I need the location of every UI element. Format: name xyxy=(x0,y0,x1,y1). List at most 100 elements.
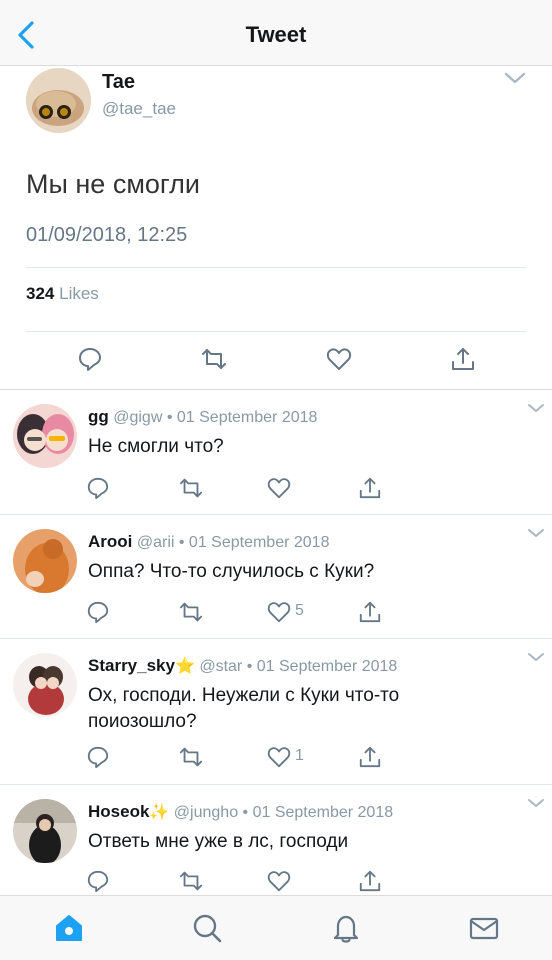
tab-notifications[interactable] xyxy=(330,912,362,944)
name-emoji: ✨ xyxy=(149,804,170,821)
avatar[interactable] xyxy=(13,653,77,717)
reply-actions xyxy=(0,869,552,895)
reply-handle-date: @jungho • 01 September 2018 xyxy=(173,804,394,821)
reply-actions: 5 xyxy=(0,600,552,626)
tweet-timestamp: 01/09/2018, 12:25 xyxy=(26,224,188,246)
reply-author-name[interactable]: Arooi xyxy=(88,532,132,551)
author-name[interactable]: Tae xyxy=(102,71,135,94)
heart-icon xyxy=(267,747,291,768)
reply-meta: Arooi @arii • 01 September 2018 xyxy=(88,532,329,552)
reply-author-name[interactable]: Hoseok xyxy=(88,802,149,821)
reply-text: Ох, господи. Неужели с Куки что-то поиоз… xyxy=(88,685,400,732)
reply-author-name[interactable]: Starry_sky xyxy=(88,656,175,675)
reply-button[interactable] xyxy=(86,476,110,500)
likes-count[interactable]: 324 Likes xyxy=(26,284,99,304)
tweet-menu-button[interactable] xyxy=(503,70,527,86)
reply-tweet[interactable]: Hoseok✨ @jungho • 01 September 2018 Отве… xyxy=(0,785,552,895)
search-icon xyxy=(193,914,222,943)
share-icon xyxy=(359,870,381,892)
retweet-button[interactable] xyxy=(179,745,203,769)
share-button[interactable] xyxy=(358,600,382,624)
name-emoji: ⭐ xyxy=(174,658,195,675)
reply-handle-date: @star • 01 September 2018 xyxy=(199,658,398,675)
like-count: 1 xyxy=(295,747,304,764)
heart-icon xyxy=(267,478,291,499)
reply-meta: Starry_sky⭐ @star • 01 September 2018 xyxy=(88,656,397,676)
retweet-icon xyxy=(179,871,203,891)
share-button[interactable] xyxy=(450,346,476,372)
reply-menu-button[interactable] xyxy=(526,651,546,663)
like-count-value: 324 xyxy=(26,284,55,303)
tweet-actions xyxy=(0,346,552,376)
retweet-button[interactable] xyxy=(179,869,203,893)
tab-home[interactable] xyxy=(53,912,85,944)
chevron-down-icon xyxy=(504,72,526,84)
page-title: Tweet xyxy=(245,22,307,47)
reply-button[interactable] xyxy=(86,869,110,893)
chevron-down-icon xyxy=(528,529,544,537)
reply-tweet[interactable]: gg @gigw • 01 September 2018 Не смогли ч… xyxy=(0,390,552,515)
reply-tweet[interactable]: Arooi @arii • 01 September 2018 Оппа? Чт… xyxy=(0,515,552,639)
retweet-button[interactable] xyxy=(179,476,203,500)
chevron-down-icon xyxy=(528,404,544,412)
like-button[interactable] xyxy=(267,869,291,893)
reply-author-name[interactable]: gg xyxy=(88,407,109,426)
reply-icon xyxy=(87,477,109,500)
like-count: 5 xyxy=(295,602,304,619)
divider xyxy=(26,267,526,268)
reply-button[interactable] xyxy=(86,600,110,624)
reply-handle-date: @gigw • 01 September 2018 xyxy=(113,409,318,426)
reply-button[interactable] xyxy=(86,745,110,769)
share-icon xyxy=(359,477,381,499)
reply-tweet[interactable]: Starry_sky⭐ @star • 01 September 2018 Ох… xyxy=(0,639,552,785)
heart-icon xyxy=(267,602,291,623)
chevron-down-icon xyxy=(528,653,544,661)
like-button[interactable] xyxy=(267,600,291,624)
tab-search[interactable] xyxy=(191,912,223,944)
likes-label: Likes xyxy=(59,284,99,303)
reply-text: Ответь мне уже в лс, господи xyxy=(88,831,349,852)
like-button[interactable] xyxy=(267,745,291,769)
chevron-down-icon xyxy=(528,799,544,807)
avatar[interactable] xyxy=(13,799,77,863)
share-button[interactable] xyxy=(358,745,382,769)
avatar[interactable] xyxy=(13,529,77,593)
reply-menu-button[interactable] xyxy=(526,402,546,414)
tweet-text: Мы не смогли xyxy=(26,169,200,199)
retweet-button[interactable] xyxy=(201,346,227,372)
home-icon xyxy=(56,915,82,941)
share-button[interactable] xyxy=(358,869,382,893)
retweet-icon xyxy=(179,602,203,622)
messages-icon xyxy=(469,917,499,940)
retweet-icon xyxy=(179,478,203,498)
share-icon xyxy=(359,601,381,623)
reply-icon xyxy=(87,601,109,624)
reply-button[interactable] xyxy=(77,346,103,372)
reply-icon xyxy=(87,746,109,769)
retweet-icon xyxy=(179,747,203,767)
tab-bar xyxy=(0,895,552,960)
retweet-button[interactable] xyxy=(179,600,203,624)
like-button[interactable] xyxy=(326,346,352,372)
like-button[interactable] xyxy=(267,476,291,500)
main-tweet: Tae @tae_tae Мы не смогли 01/09/2018, 12… xyxy=(0,66,552,390)
author-handle[interactable]: @tae_tae xyxy=(102,99,176,119)
reply-text: Не смогли что? xyxy=(88,436,224,457)
nav-bar: Tweet xyxy=(0,0,552,66)
avatar[interactable] xyxy=(26,68,91,133)
reply-handle-date: @arii • 01 September 2018 xyxy=(136,534,330,551)
reply-menu-button[interactable] xyxy=(526,797,546,809)
reply-meta: gg @gigw • 01 September 2018 xyxy=(88,407,317,427)
reply-icon xyxy=(79,348,101,371)
retweet-icon xyxy=(202,349,226,369)
reply-actions xyxy=(0,476,552,502)
notifications-icon xyxy=(333,915,359,943)
share-button[interactable] xyxy=(358,476,382,500)
tab-messages[interactable] xyxy=(468,912,500,944)
share-icon xyxy=(359,746,381,768)
heart-icon xyxy=(267,871,291,892)
divider xyxy=(26,331,526,332)
avatar[interactable] xyxy=(13,404,77,468)
reply-menu-button[interactable] xyxy=(526,527,546,539)
share-icon xyxy=(452,348,474,370)
